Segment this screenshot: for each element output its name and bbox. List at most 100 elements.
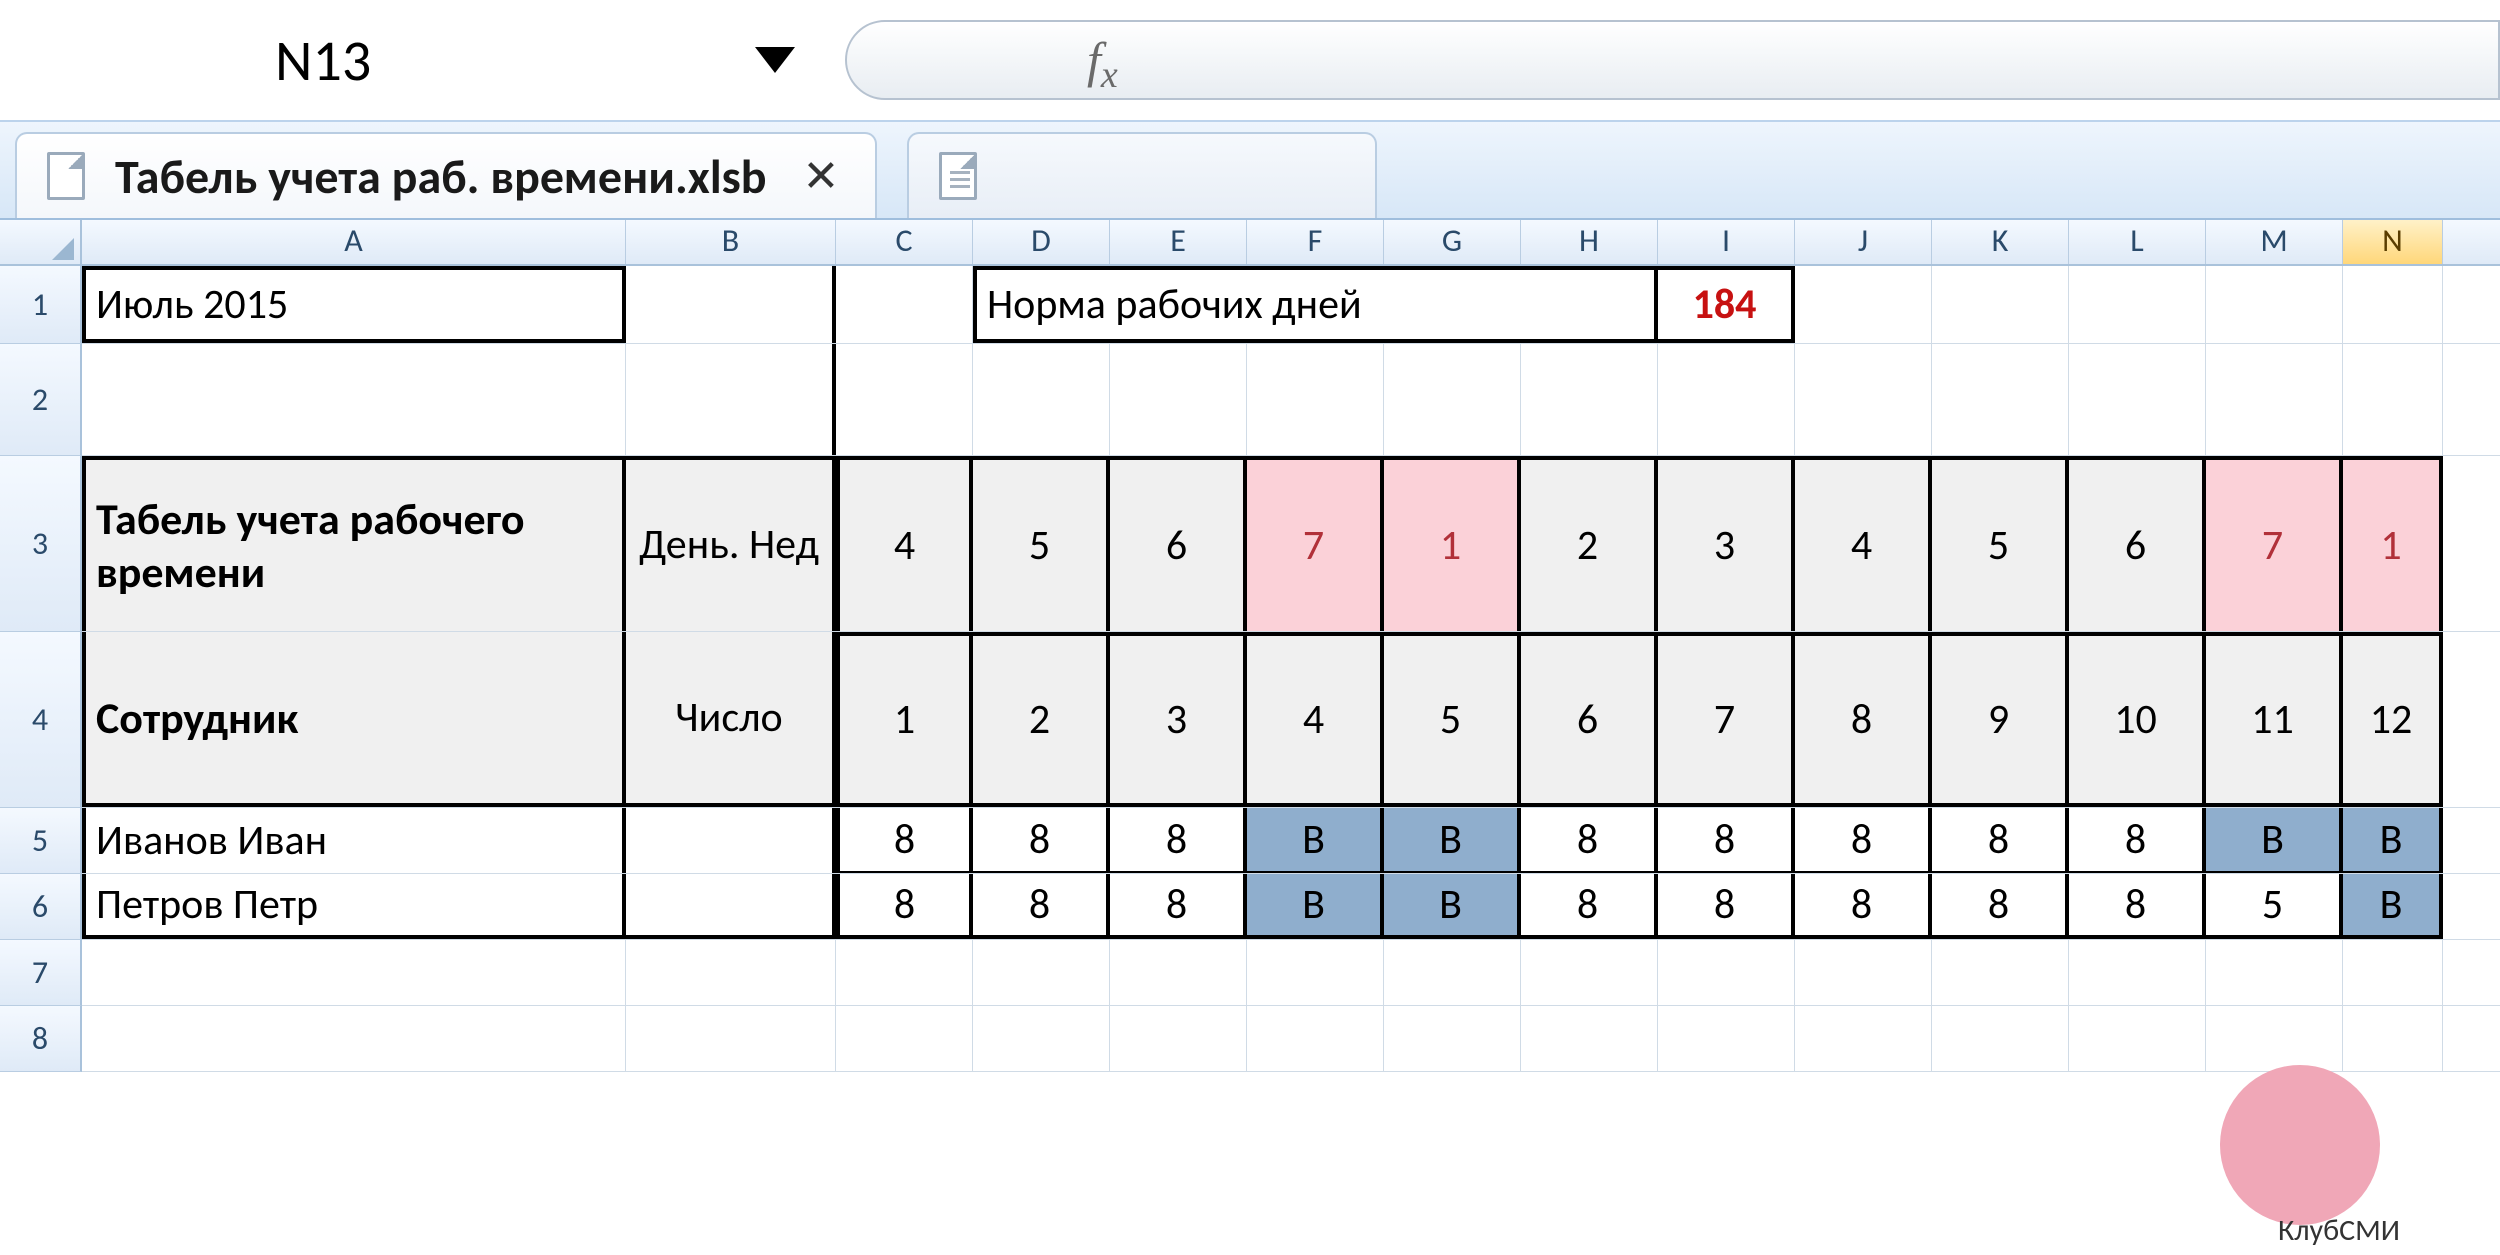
cell-N5[interactable]: В xyxy=(2343,808,2443,873)
cell-L3[interactable]: 6 xyxy=(2069,456,2206,631)
cell-L1[interactable] xyxy=(2069,266,2206,343)
cell-J1[interactable] xyxy=(1795,266,1932,343)
cell-L6[interactable]: 8 xyxy=(2069,874,2206,939)
cell-K6[interactable]: 8 xyxy=(1932,874,2069,939)
cell-A4[interactable]: Сотрудник xyxy=(82,632,626,807)
col-head-G[interactable]: G xyxy=(1384,220,1521,264)
cell-M7[interactable] xyxy=(2206,940,2343,1005)
cell-J3[interactable]: 4 xyxy=(1795,456,1932,631)
cell-L5[interactable]: 8 xyxy=(2069,808,2206,873)
cell-D5[interactable]: 8 xyxy=(973,808,1110,873)
cell-A8[interactable] xyxy=(82,1006,626,1071)
cell-N3[interactable]: 1 xyxy=(2343,456,2443,631)
cell-F4[interactable]: 4 xyxy=(1247,632,1384,807)
cell-J5[interactable]: 8 xyxy=(1795,808,1932,873)
cell-H8[interactable] xyxy=(1521,1006,1658,1071)
cell-C5[interactable]: 8 xyxy=(836,808,973,873)
col-head-I[interactable]: I xyxy=(1658,220,1795,264)
cell-F1[interactable] xyxy=(1247,266,1384,343)
cell-K3[interactable]: 5 xyxy=(1932,456,2069,631)
workbook-tab-new[interactable] xyxy=(907,132,1377,218)
col-head-J[interactable]: J xyxy=(1795,220,1932,264)
cell-D3[interactable]: 5 xyxy=(973,456,1110,631)
col-head-E[interactable]: E xyxy=(1110,220,1247,264)
cell-B7[interactable] xyxy=(626,940,836,1005)
cell-F2[interactable] xyxy=(1247,344,1384,455)
cell-N1[interactable] xyxy=(2343,266,2443,343)
cell-B2[interactable] xyxy=(626,344,836,455)
cell-H1[interactable] xyxy=(1521,266,1658,343)
cell-C8[interactable] xyxy=(836,1006,973,1071)
cell-H4[interactable]: 6 xyxy=(1521,632,1658,807)
cell-E1[interactable] xyxy=(1110,266,1247,343)
cell-N2[interactable] xyxy=(2343,344,2443,455)
cell-A3[interactable]: Табель учета рабочего времени xyxy=(82,456,626,631)
cell-M1[interactable] xyxy=(2206,266,2343,343)
cell-M2[interactable] xyxy=(2206,344,2343,455)
cell-I3[interactable]: 3 xyxy=(1658,456,1795,631)
row-head-7[interactable]: 7 xyxy=(0,940,82,1006)
cell-D4[interactable]: 2 xyxy=(973,632,1110,807)
row-head-4[interactable]: 4 xyxy=(0,632,82,808)
cell-G2[interactable] xyxy=(1384,344,1521,455)
cell-E2[interactable] xyxy=(1110,344,1247,455)
cell-D7[interactable] xyxy=(973,940,1110,1005)
formula-bar[interactable]: fx xyxy=(845,20,2500,100)
cell-C7[interactable] xyxy=(836,940,973,1005)
cell-D2[interactable] xyxy=(973,344,1110,455)
cell-J8[interactable] xyxy=(1795,1006,1932,1071)
workbook-tab-active[interactable]: Табель учета раб. времени.xlsb ✕ xyxy=(15,132,877,218)
cell-L2[interactable] xyxy=(2069,344,2206,455)
cell-E8[interactable] xyxy=(1110,1006,1247,1071)
cell-I7[interactable] xyxy=(1658,940,1795,1005)
cell-K8[interactable] xyxy=(1932,1006,2069,1071)
cell-H6[interactable]: 8 xyxy=(1521,874,1658,939)
col-head-M[interactable]: M xyxy=(2206,220,2343,264)
cell-J6[interactable]: 8 xyxy=(1795,874,1932,939)
cell-A6[interactable]: Петров Петр xyxy=(82,874,626,939)
fx-icon[interactable]: fx xyxy=(1087,31,1118,89)
cell-K5[interactable]: 8 xyxy=(1932,808,2069,873)
col-head-A[interactable]: A xyxy=(82,220,626,264)
cell-G7[interactable] xyxy=(1384,940,1521,1005)
cell-K7[interactable] xyxy=(1932,940,2069,1005)
cell-H3[interactable]: 2 xyxy=(1521,456,1658,631)
cell-F3[interactable]: 7 xyxy=(1247,456,1384,631)
row-head-1[interactable]: 1 xyxy=(0,266,82,344)
cell-I1[interactable]: 184 xyxy=(1658,266,1795,343)
close-icon[interactable]: ✕ xyxy=(797,149,846,203)
cell-D8[interactable] xyxy=(973,1006,1110,1071)
cell-L8[interactable] xyxy=(2069,1006,2206,1071)
cell-C1[interactable] xyxy=(836,266,973,343)
cell-A1[interactable]: Июль 2015 xyxy=(82,266,626,343)
row-head-8[interactable]: 8 xyxy=(0,1006,82,1072)
cell-C6[interactable]: 8 xyxy=(836,874,973,939)
cell-H7[interactable] xyxy=(1521,940,1658,1005)
cell-G3[interactable]: 1 xyxy=(1384,456,1521,631)
cell-I6[interactable]: 8 xyxy=(1658,874,1795,939)
cell-M3[interactable]: 7 xyxy=(2206,456,2343,631)
cell-F7[interactable] xyxy=(1247,940,1384,1005)
col-head-L[interactable]: L xyxy=(2069,220,2206,264)
cell-B4[interactable]: Число xyxy=(626,632,836,807)
cell-L4[interactable]: 10 xyxy=(2069,632,2206,807)
cell-C2[interactable] xyxy=(836,344,973,455)
cell-G1[interactable] xyxy=(1384,266,1521,343)
cell-M6[interactable]: 5 xyxy=(2206,874,2343,939)
cell-M5[interactable]: В xyxy=(2206,808,2343,873)
cell-C3[interactable]: 4 xyxy=(836,456,973,631)
cell-B3[interactable]: День. Нед xyxy=(626,456,836,631)
cell-A7[interactable] xyxy=(82,940,626,1005)
cell-M8[interactable] xyxy=(2206,1006,2343,1071)
cell-K1[interactable] xyxy=(1932,266,2069,343)
cell-A2[interactable] xyxy=(82,344,626,455)
row-head-3[interactable]: 3 xyxy=(0,456,82,632)
cell-E7[interactable] xyxy=(1110,940,1247,1005)
col-head-B[interactable]: B xyxy=(626,220,836,264)
col-head-F[interactable]: F xyxy=(1247,220,1384,264)
cell-E4[interactable]: 3 xyxy=(1110,632,1247,807)
col-head-N[interactable]: N xyxy=(2343,220,2443,264)
cell-E6[interactable]: 8 xyxy=(1110,874,1247,939)
cell-E5[interactable]: 8 xyxy=(1110,808,1247,873)
row-head-2[interactable]: 2 xyxy=(0,344,82,456)
